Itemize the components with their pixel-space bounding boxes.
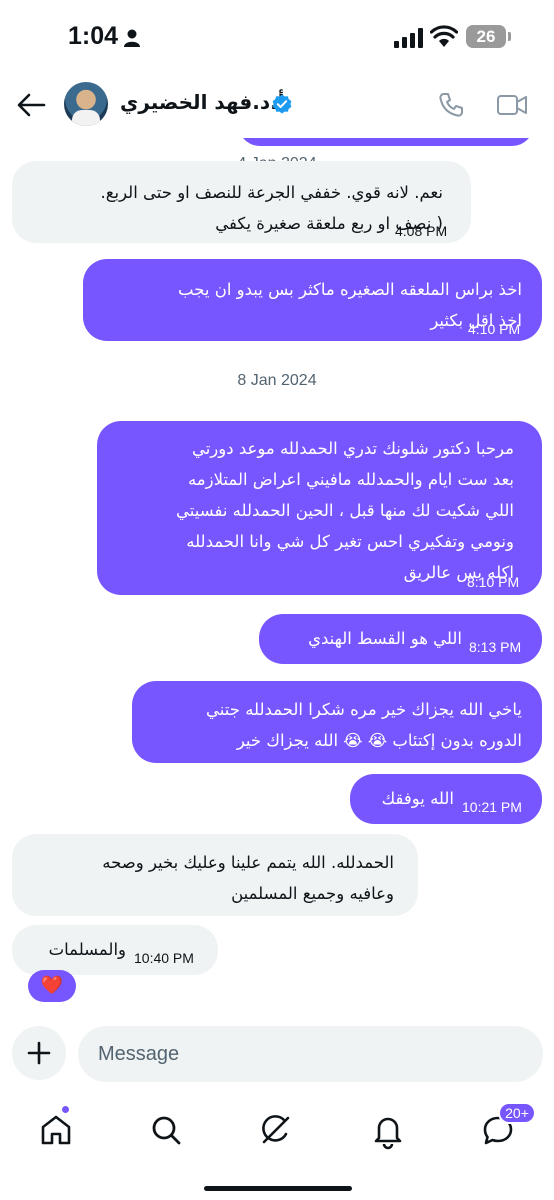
message-timestamp: 8:13 PM	[469, 639, 522, 655]
date-separator: 8 Jan 2024	[237, 372, 317, 389]
message-bubble-incoming[interactable]: والمسلمات 10:40 PM	[12, 925, 218, 975]
contact-avatar[interactable]	[64, 82, 108, 126]
message-input[interactable]	[78, 1026, 543, 1082]
message-text: ياخي الله يجزاك خير مره شكرا الحمدلله جت…	[206, 700, 522, 719]
message-text: الحمدلله. الله يتمم علينا وعليك بخير وصح…	[102, 853, 394, 872]
message-text: نعم. لانه قوي. خففي الجرعة للنصف او حتى …	[100, 183, 443, 202]
status-bar: 1:04 26	[0, 0, 554, 72]
message-bubble-outgoing[interactable]: اللي هو القسط الهندي 8:13 PM	[259, 614, 542, 664]
wifi-icon	[430, 25, 458, 47]
previous-message-bubble[interactable]	[238, 138, 534, 146]
message-timestamp: 8:10 PM	[467, 574, 520, 590]
battery-tip	[508, 32, 511, 41]
grok-icon[interactable]	[256, 1110, 296, 1150]
message-text: وعافيه وجميع المسلمين	[231, 884, 394, 903]
signal-icon	[394, 28, 423, 48]
messages-unread-badge: 20+	[498, 1102, 536, 1124]
verified-badge-icon	[272, 94, 292, 114]
message-bubble-outgoing[interactable]: اخذ براس الملعقه الصغيره ماكثر بس يبدو ا…	[83, 259, 542, 341]
compose-bar	[0, 1018, 554, 1092]
notifications-bell-icon[interactable]	[368, 1110, 408, 1150]
message-timestamp: 4:08 PM	[395, 223, 448, 239]
message-text: والمسلمات	[48, 940, 126, 959]
status-time: 1:04	[68, 22, 119, 50]
message-text: الدوره بدون إكتئاب 😭 😭 الله يجزاك خير	[236, 731, 522, 750]
message-text: بعد ست ايام والحمدلله مافيني اعراض المتل…	[187, 470, 514, 489]
message-bubble-incoming[interactable]: الحمدلله. الله يتمم علينا وعليك بخير وصح…	[12, 834, 418, 916]
home-indicator	[204, 1186, 352, 1191]
message-bubble-outgoing[interactable]: الله يوفقك 10:21 PM	[350, 774, 542, 824]
person-icon	[124, 29, 140, 47]
message-text: مرحبا دكتور شلونك تدري الحمدلله موعد دور…	[191, 439, 514, 458]
add-media-button[interactable]	[12, 1026, 66, 1080]
message-text: اخذ براس الملعقه الصغيره ماكثر بس يبدو ا…	[178, 280, 522, 299]
home-icon[interactable]	[36, 1110, 76, 1150]
contact-name[interactable]: أ.د.فهد الخضيري	[120, 90, 285, 114]
search-icon[interactable]	[146, 1110, 186, 1150]
message-text: اكله بس عالريق	[403, 563, 514, 582]
bottom-navigation: 20+	[0, 1092, 554, 1200]
plus-icon	[27, 1041, 51, 1065]
message-text: الله يوفقك	[381, 789, 454, 808]
message-text: اللي شكيت لك منها قبل ، الحين الحمدلله ن…	[176, 501, 514, 520]
message-timestamp: 10:21 PM	[462, 799, 522, 815]
back-arrow-icon[interactable]	[16, 92, 46, 118]
message-text: ( نصف او ربع ملعقة صغيرة يكفي	[215, 214, 443, 233]
message-bubble-outgoing[interactable]: ياخي الله يجزاك خير مره شكرا الحمدلله جت…	[132, 681, 542, 763]
conversation-header: أ.د.فهد الخضيري	[0, 72, 554, 138]
message-bubble-outgoing[interactable]: مرحبا دكتور شلونك تدري الحمدلله موعد دور…	[97, 421, 542, 595]
video-call-icon[interactable]	[496, 92, 528, 118]
message-text: اخذ اقل بكثير	[430, 311, 522, 330]
message-text: اللي هو القسط الهندي	[308, 629, 462, 648]
message-timestamp: 4:10 PM	[468, 321, 521, 337]
heart-reaction[interactable]: ❤️	[28, 970, 76, 1002]
message-bubble-incoming[interactable]: نعم. لانه قوي. خففي الجرعة للنصف او حتى …	[12, 161, 471, 243]
message-text: ونومي وتفكيري احس تغير كل شي وانا الحمدل…	[186, 532, 514, 551]
battery-indicator: 26	[466, 25, 506, 48]
message-timestamp: 10:40 PM	[134, 950, 194, 966]
phone-call-icon[interactable]	[438, 92, 464, 118]
message-thread[interactable]: 4 Jan 2024 نعم. لانه قوي. خففي الجرعة لل…	[0, 138, 554, 1018]
